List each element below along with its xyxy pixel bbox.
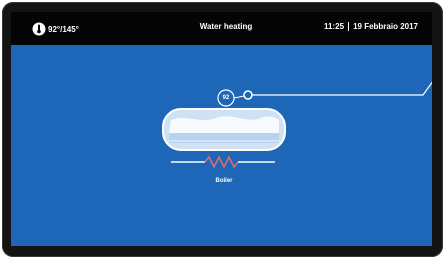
boiler-label: Boiler — [215, 178, 233, 184]
tablet-device: 92°/145° Water heating 11:25 19 Febbraio… — [2, 2, 443, 257]
boiler-tank — [162, 108, 286, 151]
boiler-diagram — [162, 81, 432, 169]
heating-element-icon — [171, 155, 275, 169]
sensor-leader-line — [251, 81, 432, 96]
sensor-connector — [233, 95, 245, 99]
sensor-temperature-value: 92 — [222, 95, 230, 101]
app-screen: 92°/145° Water heating 11:25 19 Febbraio… — [11, 12, 432, 246]
sensor-marker — [243, 90, 253, 100]
